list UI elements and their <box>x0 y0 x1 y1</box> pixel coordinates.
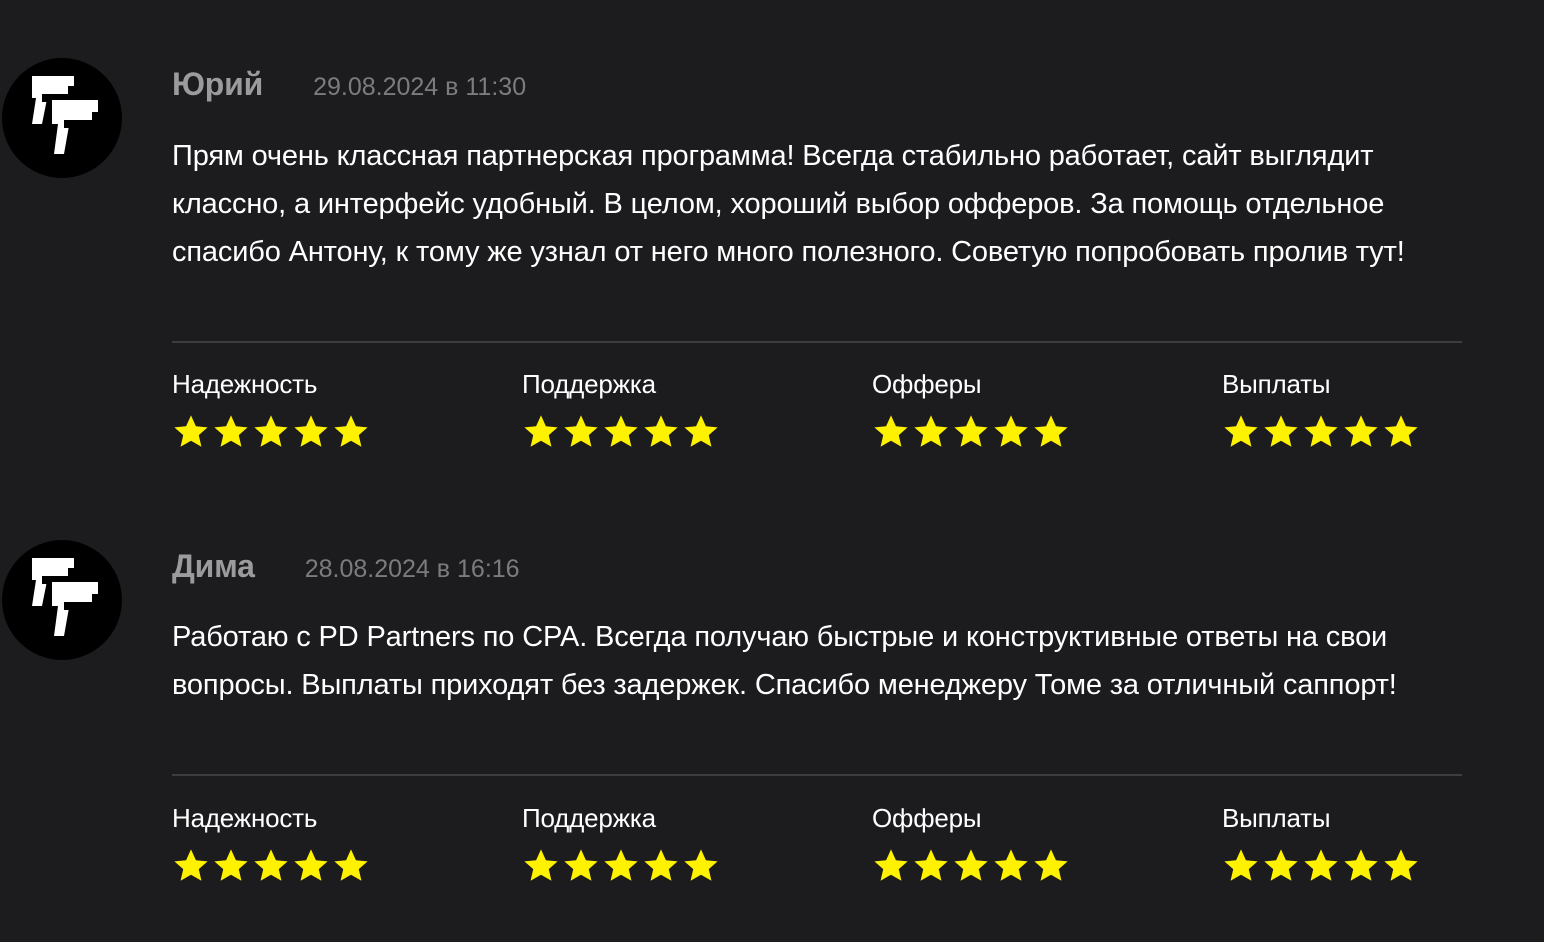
review-author: Юрий <box>172 66 264 102</box>
rating-label: Надежность <box>172 803 318 833</box>
star-icon <box>912 413 950 451</box>
star-icon <box>1342 413 1380 451</box>
star-icon <box>872 413 910 451</box>
rating-offers: Офферы <box>872 803 1212 885</box>
pistols-logo-icon <box>32 76 98 154</box>
star-icon <box>332 847 370 885</box>
rating-reliability: Надежность <box>172 369 512 451</box>
avatar <box>2 540 122 660</box>
star-icon <box>872 847 910 885</box>
review-date: 28.08.2024 в 16:16 <box>304 555 520 583</box>
review-header: Юрий 29.08.2024 в 11:30 <box>172 66 526 103</box>
star-icon <box>1382 413 1420 451</box>
star-icon <box>642 847 680 885</box>
star-icon <box>522 413 560 451</box>
ratings-row: Надежность Поддержка Офферы Выплаты <box>172 803 1462 893</box>
review-date: 29.08.2024 в 11:30 <box>313 73 527 101</box>
star-icon <box>172 847 210 885</box>
star-icon <box>252 847 290 885</box>
star-icon <box>952 413 990 451</box>
star-icon <box>602 847 640 885</box>
star-icon <box>992 847 1030 885</box>
star-icon <box>912 847 950 885</box>
star-icon <box>1222 413 1260 451</box>
rating-stars <box>872 413 1212 451</box>
rating-label: Поддержка <box>522 803 656 833</box>
star-icon <box>332 413 370 451</box>
star-icon <box>602 413 640 451</box>
star-icon <box>1382 847 1420 885</box>
divider <box>172 774 1462 776</box>
review-text: Прям очень классная партнерская программ… <box>172 140 1405 268</box>
star-icon <box>172 413 210 451</box>
star-icon <box>1262 847 1300 885</box>
star-icon <box>562 413 600 451</box>
rating-stars <box>872 847 1212 885</box>
divider <box>172 341 1462 343</box>
star-icon <box>682 413 720 451</box>
star-icon <box>252 413 290 451</box>
star-icon <box>522 847 560 885</box>
rating-support: Поддержка <box>522 803 862 885</box>
rating-stars <box>522 413 862 451</box>
rating-label: Офферы <box>872 369 982 399</box>
rating-payouts: Выплаты <box>1222 803 1544 885</box>
rating-label: Выплаты <box>1222 369 1331 399</box>
star-icon <box>1262 413 1300 451</box>
star-icon <box>212 413 250 451</box>
avatar <box>2 58 122 178</box>
rating-stars <box>522 847 862 885</box>
star-icon <box>1032 413 1070 451</box>
star-icon <box>992 413 1030 451</box>
rating-support: Поддержка <box>522 369 862 451</box>
rating-stars <box>1222 847 1544 885</box>
rating-label: Офферы <box>872 803 982 833</box>
star-icon <box>212 847 250 885</box>
star-icon <box>1302 847 1340 885</box>
star-icon <box>292 847 330 885</box>
rating-offers: Офферы <box>872 369 1212 451</box>
rating-reliability: Надежность <box>172 803 512 885</box>
ratings-row: Надежность Поддержка Офферы Выплаты <box>172 369 1462 459</box>
star-icon <box>642 413 680 451</box>
star-icon <box>1302 413 1340 451</box>
review-header: Дима 28.08.2024 в 16:16 <box>172 548 520 585</box>
star-icon <box>682 847 720 885</box>
rating-payouts: Выплаты <box>1222 369 1544 451</box>
star-icon <box>1032 847 1070 885</box>
rating-label: Надежность <box>172 369 318 399</box>
review-author: Дима <box>172 548 255 584</box>
rating-stars <box>172 413 512 451</box>
star-icon <box>1222 847 1260 885</box>
star-icon <box>562 847 600 885</box>
review-text: Работаю с PD Partners по CPA. Всегда пол… <box>172 621 1397 701</box>
pistols-logo-icon <box>32 558 98 636</box>
rating-stars <box>172 847 512 885</box>
rating-stars <box>1222 413 1544 451</box>
rating-label: Выплаты <box>1222 803 1331 833</box>
star-icon <box>292 413 330 451</box>
star-icon <box>952 847 990 885</box>
star-icon <box>1342 847 1380 885</box>
rating-label: Поддержка <box>522 369 656 399</box>
